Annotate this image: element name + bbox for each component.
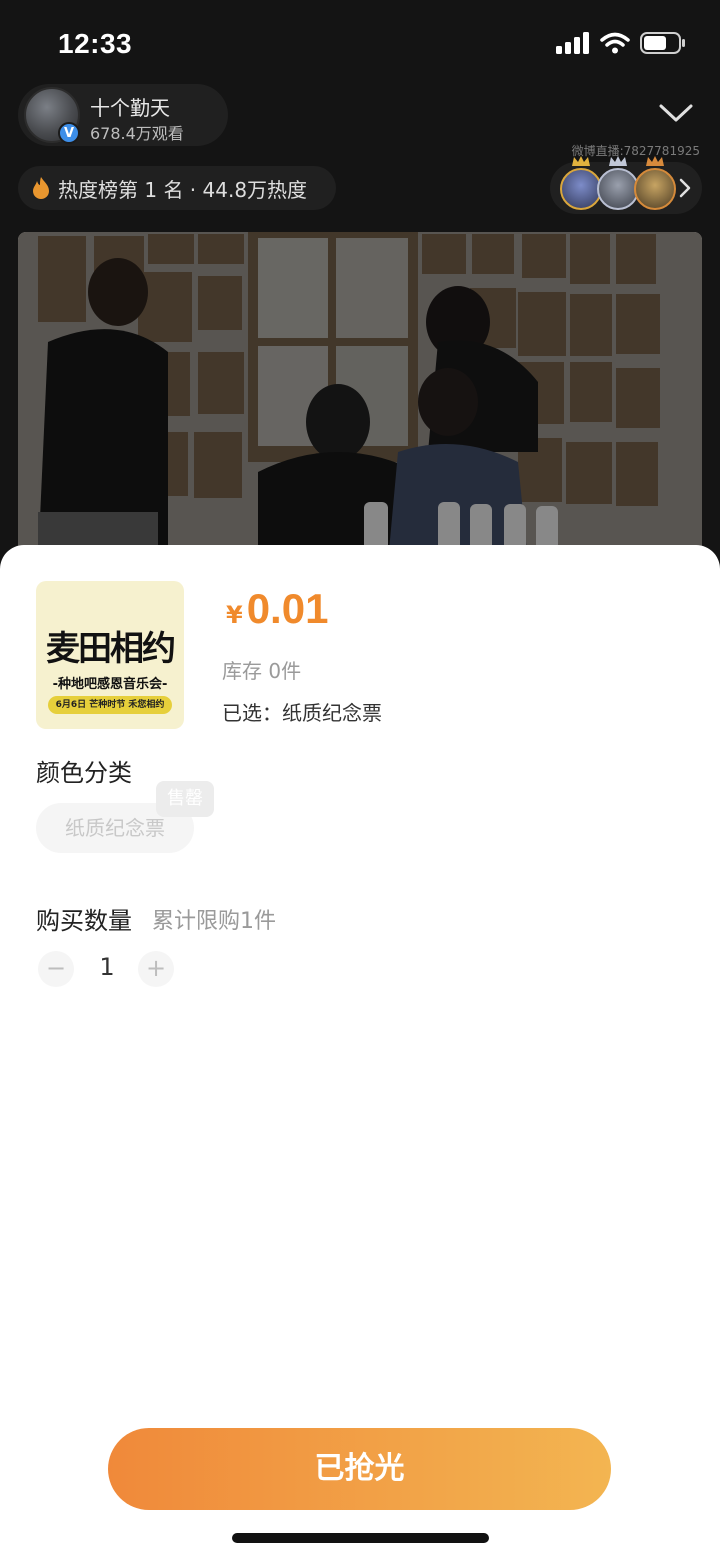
home-indicator	[232, 1533, 489, 1543]
viewer-avatar[interactable]	[597, 168, 639, 210]
status-bar: 12:33	[0, 0, 720, 90]
host-info[interactable]: V 十个勤天 678.4万观看	[18, 84, 228, 146]
top-viewers[interactable]	[550, 156, 702, 214]
stock-text: 库存 0件	[222, 659, 302, 683]
product-image-tag: 6月6日 芒种时节 禾您相约	[48, 696, 172, 714]
status-icons	[556, 32, 686, 54]
viewer-avatar[interactable]	[560, 168, 602, 210]
battery-icon	[640, 32, 685, 54]
hot-rank-text: 热度榜第 1 名 · 44.8万热度	[58, 177, 308, 202]
live-video[interactable]	[18, 232, 702, 562]
verified-icon: V	[58, 122, 80, 144]
chevron-right-icon[interactable]	[678, 177, 692, 199]
variant-section-title: 颜色分类	[36, 759, 132, 787]
buy-button[interactable]: 已抢光	[108, 1428, 611, 1510]
soldout-badge: 售罄	[156, 781, 214, 817]
crown-icon	[609, 156, 627, 166]
wifi-icon	[600, 32, 630, 54]
quantity-section-title: 购买数量	[36, 907, 132, 935]
quantity-limit-text: 累计限购1件	[152, 909, 276, 934]
live-video-scene	[18, 232, 702, 562]
product-image-title: 麦田相约	[46, 629, 176, 669]
hot-rank-badge[interactable]: 热度榜第 1 名 · 44.8万热度	[18, 166, 336, 210]
host-name: 十个勤天	[90, 96, 170, 120]
viewer-avatar[interactable]	[634, 168, 676, 210]
product-image: 麦田相约 -种地吧感恩音乐会- 6月6日 芒种时节 禾您相约	[36, 581, 184, 729]
flame-icon	[33, 177, 49, 199]
chevron-down-icon[interactable]	[658, 98, 694, 128]
price-symbol: ¥	[226, 601, 243, 629]
price-value: 0.01	[246, 585, 329, 632]
watermark: 微博直播:7827781925	[571, 144, 700, 158]
purchase-sheet: 麦田相约 -种地吧感恩音乐会- 6月6日 芒种时节 禾您相约 ¥ 0.01 库存…	[0, 545, 720, 1558]
quantity-increase-button[interactable]: +	[138, 951, 174, 987]
product-image-subtitle: -种地吧感恩音乐会-	[52, 677, 168, 692]
crown-icon	[572, 156, 590, 166]
host-views: 678.4万观看	[90, 124, 184, 143]
cellular-signal-icon	[556, 32, 589, 54]
quantity-value[interactable]: 1	[92, 953, 122, 981]
quantity-decrease-button[interactable]: −	[38, 951, 74, 987]
crown-icon	[646, 156, 664, 166]
selected-variant-text: 已选：纸质纪念票	[222, 701, 382, 725]
status-time: 12:33	[58, 28, 133, 59]
price: ¥ 0.01	[226, 585, 328, 633]
